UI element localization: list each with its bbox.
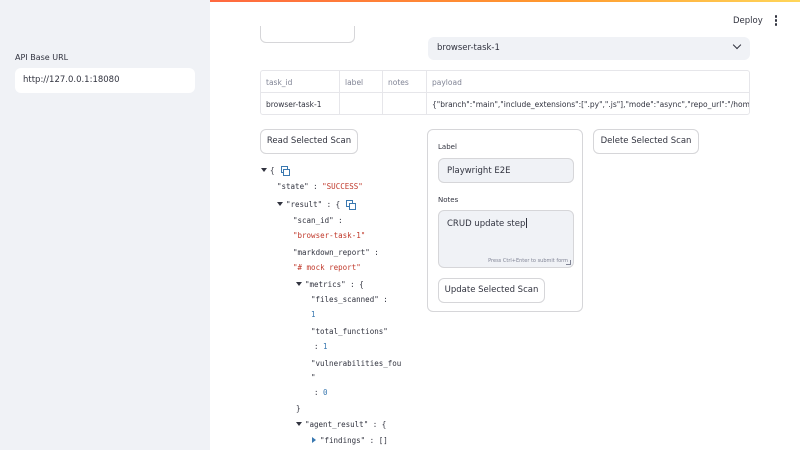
table-cell[interactable]: browser-task-1 [261, 93, 340, 114]
json-vulns-key-end-line: " [311, 373, 316, 382]
json-key: "markdown_report" [293, 248, 370, 257]
json-string-value: "# mock report" [293, 263, 361, 272]
json-key: "scan_id" [293, 216, 334, 225]
json-key: "metrics" [305, 280, 346, 289]
json-key: "state" [277, 182, 309, 191]
deploy-button[interactable]: Deploy [733, 16, 763, 26]
api-base-url-label: API Base URL [15, 53, 69, 62]
json-markdown-value-line: "# mock report" [293, 263, 361, 272]
json-funcs-value-line: : 1 [314, 342, 328, 351]
json-key: "vulnerabilities_fou [311, 359, 402, 368]
json-brace: } [296, 404, 301, 413]
json-root-line: { [261, 166, 291, 176]
table-header-row: task_id label notes payload [261, 71, 749, 93]
collapse-toggle-icon[interactable] [296, 422, 302, 426]
api-base-url-input[interactable]: http://127.0.0.1:18080 [15, 68, 195, 93]
json-state-line: "state" : "SUCCESS" [277, 182, 363, 191]
text-caret [526, 218, 528, 228]
read-selected-scan-button[interactable]: Read Selected Scan [260, 129, 358, 154]
json-key: "findings" [320, 436, 366, 445]
notes-submit-hint: Press Ctrl+Enter to submit form [488, 258, 568, 264]
json-number-value: 0 [323, 388, 328, 397]
json-vulns-value-line: : 0 [314, 388, 328, 397]
json-funcs-key-line: "total_functions" [311, 327, 388, 336]
table-row[interactable]: browser-task-1 {"branch":"main","include… [261, 93, 749, 114]
json-key: "result" [286, 200, 323, 209]
expand-toggle-icon[interactable] [312, 437, 316, 443]
json-scan-id-value-line: "browser-task-1" [293, 231, 365, 240]
collapse-toggle-icon[interactable] [261, 168, 267, 172]
json-brace: { [270, 166, 275, 175]
json-array-value: [] [378, 436, 388, 445]
partial-button[interactable] [260, 26, 355, 43]
table-cell[interactable] [383, 93, 427, 114]
json-files-value-line: 1 [311, 310, 316, 319]
chevron-down-icon [732, 40, 742, 50]
notes-field[interactable]: CRUD update step Press Ctrl+Enter to sub… [438, 210, 574, 268]
label-field[interactable]: Playwright E2E [438, 158, 574, 183]
update-selected-scan-button[interactable]: Update Selected Scan [438, 278, 545, 303]
update-form: Label Playwright E2E Notes CRUD update s… [427, 129, 583, 312]
json-key: "files_scanned" [311, 295, 379, 304]
json-string-value: "SUCCESS" [322, 182, 363, 191]
json-brace: { [381, 420, 387, 429]
label-field-label: Label [438, 143, 457, 151]
json-agent-result-line: "agent_result" : { [296, 420, 386, 429]
json-number-value: 1 [323, 342, 328, 351]
json-key: "total_functions" [311, 327, 388, 336]
notes-field-label: Notes [438, 196, 459, 204]
json-findings-line: "findings" : [] [312, 436, 388, 445]
collapse-toggle-icon[interactable] [296, 282, 302, 286]
table-cell[interactable]: {"branch":"main","include_extensions":["… [427, 93, 749, 114]
json-metrics-close-line: } [296, 404, 301, 413]
json-brace: { [359, 280, 364, 289]
table-cell[interactable] [340, 93, 383, 114]
column-header[interactable]: task_id [261, 71, 340, 93]
collapse-toggle-icon[interactable] [277, 202, 283, 206]
json-scan-id-key-line: "scan_id" : [293, 216, 343, 225]
notes-field-value: CRUD update step [447, 219, 526, 229]
json-metrics-line: "metrics" : { [296, 280, 364, 289]
json-files-key-line: "files_scanned" : [311, 295, 388, 304]
scans-table: task_id label notes payload browser-task… [260, 70, 750, 115]
copy-icon[interactable] [346, 200, 356, 210]
column-header[interactable]: label [340, 71, 383, 93]
json-brace: { [335, 200, 341, 209]
column-header[interactable]: notes [383, 71, 427, 93]
more-options-icon[interactable] [772, 15, 780, 27]
copy-icon[interactable] [280, 166, 291, 176]
json-markdown-key-line: "markdown_report" : [293, 248, 379, 257]
resize-handle-icon[interactable] [566, 260, 571, 265]
delete-selected-scan-button[interactable]: Delete Selected Scan [593, 129, 699, 154]
json-number-value: 1 [311, 310, 316, 319]
sidebar: API Base URL http://127.0.0.1:18080 [0, 0, 210, 450]
json-string-value: "browser-task-1" [293, 231, 366, 240]
column-header[interactable]: payload [427, 71, 749, 93]
json-vulns-key-line: "vulnerabilities_fou [311, 359, 401, 368]
json-result-line: "result" : { [277, 200, 356, 210]
scan-select-value: browser-task-1 [437, 43, 500, 53]
json-key: " [311, 373, 316, 382]
scan-select[interactable]: browser-task-1 [428, 37, 750, 60]
json-key: "agent_result" [305, 420, 369, 429]
